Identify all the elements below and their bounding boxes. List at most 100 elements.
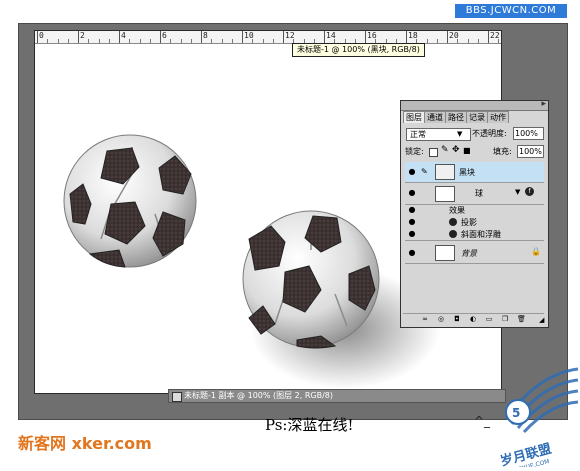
panel-tabs: 图层 通道 路径 记录 动作: [403, 111, 509, 123]
ruler-tick: [488, 31, 489, 43]
bottom-watermark: 新客网 xker.com: [18, 434, 152, 453]
document-icon: [172, 392, 182, 402]
ruler-minor-tick: [190, 39, 192, 43]
add-mask-icon[interactable]: ◘: [453, 315, 461, 323]
trash-icon[interactable]: 🗑: [517, 315, 526, 323]
ruler-minor-tick: [47, 39, 49, 43]
eye-icon[interactable]: ●: [407, 167, 417, 177]
document-title: 未标题-1 副本 @ 100% (图层 2, RGB/8): [184, 391, 334, 400]
ruler-tick: [406, 31, 407, 43]
ruler-tick: [119, 31, 120, 43]
ruler-minor-tick: [252, 39, 254, 43]
lock-brush-icon[interactable]: ✎: [441, 145, 449, 155]
layer-row-background[interactable]: ● 背景 🔒: [405, 243, 544, 264]
ruler-tick: [201, 31, 202, 43]
tab-layers[interactable]: 图层: [403, 111, 425, 123]
eye-icon[interactable]: ●: [407, 217, 417, 227]
ruler-tick: [78, 31, 79, 43]
ruler-minor-tick: [180, 39, 182, 43]
lock-label: 锁定:: [405, 147, 424, 156]
layers-panel: ▸ 图层 通道 路径 记录 动作 正常 ▼ 不透明度: 100% 锁定: ✎ ✥ ■ 填…: [400, 99, 549, 328]
brush-icon: ✎: [421, 167, 428, 176]
ruler-label: 0: [39, 31, 44, 40]
effect-row-drop-shadow[interactable]: ● 投影: [405, 217, 544, 228]
ruler-minor-tick: [88, 39, 90, 43]
layer-thumbnail: [435, 245, 455, 261]
ruler-label: 4: [121, 31, 126, 40]
ruler-minor-tick: [457, 39, 459, 43]
ruler-minor-tick: [139, 39, 141, 43]
ruler-minor-tick: [272, 39, 274, 43]
ruler-minor-tick: [231, 39, 233, 43]
fill-label: 填充:: [493, 147, 512, 156]
ruler-minor-tick: [149, 39, 151, 43]
layer-thumbnail: [435, 164, 455, 180]
lock-all-icon[interactable]: ■: [463, 146, 471, 155]
effect-name: 斜面和浮雕: [461, 230, 501, 239]
resize-grip-icon[interactable]: ◢: [539, 317, 545, 324]
opacity-label: 不透明度:: [472, 129, 507, 138]
tab-paths[interactable]: 路径: [445, 111, 467, 123]
lock-icon: 🔒: [531, 247, 541, 256]
chevron-down-icon[interactable]: ▼: [457, 128, 462, 140]
layer-name: 黑块: [459, 168, 475, 177]
ruler-tick: [242, 31, 243, 43]
adjustment-layer-icon[interactable]: ◐: [469, 315, 477, 323]
effect-icon: [449, 218, 457, 226]
lock-transparent-icon[interactable]: [429, 148, 438, 157]
layer-name: 背景: [461, 249, 477, 258]
layer-row-heikuai[interactable]: ● ✎ 黑块: [405, 162, 544, 183]
effect-row-bevel-emboss[interactable]: ● 斜面和浮雕: [405, 229, 544, 241]
ruler-label: 2: [80, 31, 85, 40]
tab-actions[interactable]: 动作: [487, 111, 509, 123]
ruler-label: 8: [203, 31, 208, 40]
eye-icon[interactable]: ●: [407, 188, 417, 198]
ruler-minor-tick: [57, 39, 59, 43]
eye-icon[interactable]: ●: [407, 248, 417, 258]
soccer-ball-left: [63, 134, 197, 268]
panel-bottom-toolbar: ∞ ◎ ◘ ◐ ▭ ❐ 🗑: [403, 313, 544, 325]
eye-icon[interactable]: ●: [407, 229, 417, 239]
layer-thumbnail: [435, 186, 455, 202]
site-logo: 5 岁月联盟 SYUE.COM: [498, 364, 580, 471]
new-layer-icon[interactable]: ❐: [501, 315, 509, 323]
panel-menu-icon[interactable]: ▸: [541, 99, 546, 109]
add-style-icon[interactable]: ◎: [437, 315, 445, 323]
tab-channels[interactable]: 通道: [424, 111, 446, 123]
effect-name: 投影: [461, 218, 477, 227]
ruler-minor-tick: [170, 39, 172, 43]
ruler-minor-tick: [67, 39, 69, 43]
ruler-minor-tick: [498, 39, 500, 43]
ruler-minor-tick: [211, 39, 213, 43]
opacity-field[interactable]: 100%: [513, 127, 544, 140]
layer-effects-row[interactable]: ● 效果: [405, 205, 544, 216]
panel-title-bar[interactable]: ▸: [401, 99, 548, 111]
tab-history[interactable]: 记录: [466, 111, 488, 123]
svg-text:5: 5: [512, 406, 520, 420]
ruler-tick: [365, 31, 366, 43]
effect-icon: [449, 230, 457, 238]
ruler-minor-tick: [426, 39, 428, 43]
emoticon: ^_: [474, 414, 491, 428]
ruler-minor-tick: [98, 39, 100, 43]
ruler-tick: [160, 31, 161, 43]
soccer-ball-right: [242, 210, 380, 349]
layer-row-qiu[interactable]: ● 球 ▼ f: [405, 183, 544, 205]
ruler-tick: [324, 31, 325, 43]
ruler-label: 6: [162, 31, 167, 40]
ruler-tick: [283, 31, 284, 43]
document-title-bar[interactable]: 未标题-1 副本 @ 100% (图层 2, RGB/8): [168, 389, 506, 403]
ruler-minor-tick: [477, 39, 479, 43]
fill-field[interactable]: 100%: [517, 145, 544, 158]
lock-move-icon[interactable]: ✥: [452, 145, 460, 155]
fx-icon[interactable]: f: [525, 187, 534, 196]
horizontal-ruler[interactable]: 0 2 4 6 8 10 12 14 16 18 20 22: [35, 31, 501, 44]
caption: Ps:深蓝在线!: [265, 416, 354, 434]
link-layers-icon[interactable]: ∞: [421, 315, 429, 323]
document-tooltip: 未标题-1 @ 100% (黑块, RGB/8): [292, 43, 425, 57]
new-group-icon[interactable]: ▭: [485, 315, 493, 323]
ruler-minor-tick: [129, 39, 131, 43]
eye-icon[interactable]: ●: [407, 205, 417, 215]
ruler-tick: [37, 31, 38, 43]
expand-arrow-icon[interactable]: ▼: [515, 188, 520, 196]
